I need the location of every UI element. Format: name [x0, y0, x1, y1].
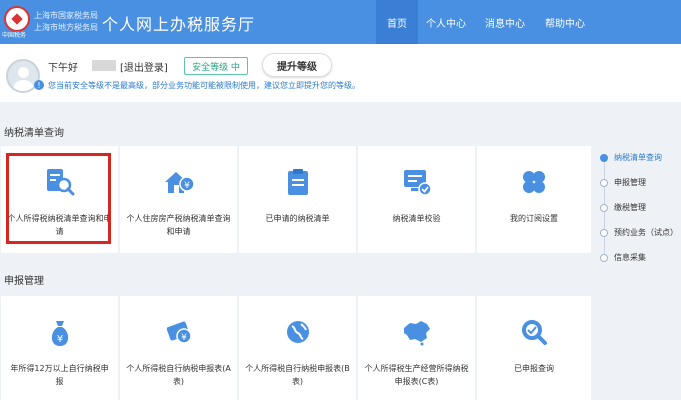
- card-label: 个人所得税自行纳税申报表(A表): [126, 364, 231, 386]
- bureau-name-national: 上海市国家税务局: [34, 11, 98, 20]
- card-label: 已申报查询: [514, 364, 554, 373]
- globe-icon: [286, 321, 309, 343]
- side-nav-dot-icon: [600, 179, 608, 187]
- card-label: 我的订阅设置: [510, 214, 558, 223]
- site-title: 个人网上办税服务厅: [102, 15, 256, 34]
- card-declare-b[interactable]: 个人所得税自行纳税申报表(B表): [239, 296, 356, 400]
- card-label: 个人所得税自行纳税申报表(B表): [245, 364, 350, 386]
- card-declared-query[interactable]: 已申报查询: [477, 296, 591, 400]
- section-title-tax-list: 纳税清单查询: [4, 128, 64, 139]
- magnifier-icon: [522, 320, 547, 345]
- card-declare-c[interactable]: 个人所得税生产经营所得纳税申报表(C表): [358, 296, 475, 400]
- info-icon: !: [34, 80, 44, 90]
- nav-personal-center[interactable]: 个人中心: [418, 0, 474, 44]
- card-housing-tax-list[interactable]: ¥ 个人住房房产税纳税清单查询和申请: [120, 146, 237, 253]
- money-bag-icon: ¥: [51, 321, 68, 346]
- nav-message-center[interactable]: 消息中心: [476, 0, 534, 44]
- side-nav-label: 纳税清单查询: [614, 153, 662, 162]
- nav-help-center[interactable]: 帮助中心: [536, 0, 594, 44]
- side-nav-label: 缴税管理: [614, 203, 646, 212]
- card-label: 个人所得税纳税清单查询和申请: [7, 214, 112, 236]
- card-iit-tax-list[interactable]: 个人所得税纳税清单查询和申请: [1, 146, 118, 253]
- logout-link[interactable]: [退出登录]: [120, 59, 168, 74]
- card-label: 个人住房房产税纳税清单查询和申请: [126, 214, 231, 236]
- side-nav-label: 预约业务（试点）: [614, 228, 678, 237]
- side-nav-dot-icon: [600, 204, 608, 212]
- china-map-icon: [403, 321, 430, 346]
- tax-emblem-icon: [4, 6, 30, 32]
- svg-text:¥: ¥: [181, 333, 187, 343]
- user-bar: 下午好 [退出登录] 安全等级 中 提升等级 ! 您当前安全等级不是最高级，部分…: [0, 44, 681, 102]
- house-yen-icon: ¥: [164, 172, 195, 193]
- card-tax-list-verify[interactable]: 纳税清单校验: [358, 146, 475, 253]
- side-nav-dot-icon: [600, 154, 608, 162]
- side-nav-label: 信息采集: [614, 253, 646, 262]
- bureau-name-local: 上海市地方税务局: [34, 23, 98, 32]
- side-nav-label: 申报管理: [614, 178, 646, 187]
- upgrade-level-button[interactable]: 提升等级: [262, 53, 332, 77]
- card-declare-a[interactable]: ¥ 个人所得税自行纳税申报表(A表): [120, 296, 237, 400]
- side-nav-dot-icon: [600, 229, 608, 237]
- card-label: 已申请的纳税清单: [265, 214, 330, 223]
- clipboard-list-icon: [287, 169, 308, 195]
- greeting-text: 下午好: [48, 63, 78, 74]
- card-annual-income-declare[interactable]: ¥ 年所得12万以上自行纳税申报: [1, 296, 118, 400]
- svg-text:¥: ¥: [184, 181, 190, 191]
- top-header: 中国税务 上海市国家税务局 上海市地方税务局 个人网上办税服务厅 首页 个人中心…: [0, 0, 681, 44]
- svg-text:¥: ¥: [56, 334, 62, 345]
- card-label: 纳税清单校验: [392, 214, 441, 223]
- card-label: 个人所得税生产经营所得纳税申报表(C表): [364, 364, 469, 386]
- emblem-caption: 中国税务: [2, 32, 27, 39]
- search-doc-icon: [46, 169, 74, 196]
- monitor-check-icon: [403, 170, 432, 196]
- card-label: 年所得12万以上自行纳税申报: [10, 364, 109, 386]
- nav-home[interactable]: 首页: [376, 0, 418, 44]
- security-level-badge: 安全等级 中: [184, 57, 248, 75]
- tag-ticket-icon: ¥: [166, 321, 192, 344]
- card-applied-tax-list[interactable]: 已申请的纳税清单: [239, 146, 356, 253]
- masked-username: [92, 60, 116, 71]
- security-notice: 您当前安全等级不是最高级，部分业务功能可能被限制使用，建议您立即提升您的等级。: [48, 81, 360, 90]
- side-nav-dot-icon: [600, 254, 608, 262]
- four-leaf-icon: [523, 171, 545, 193]
- section-title-declare: 申报管理: [4, 276, 44, 287]
- card-subscription-settings[interactable]: 我的订阅设置: [477, 146, 591, 253]
